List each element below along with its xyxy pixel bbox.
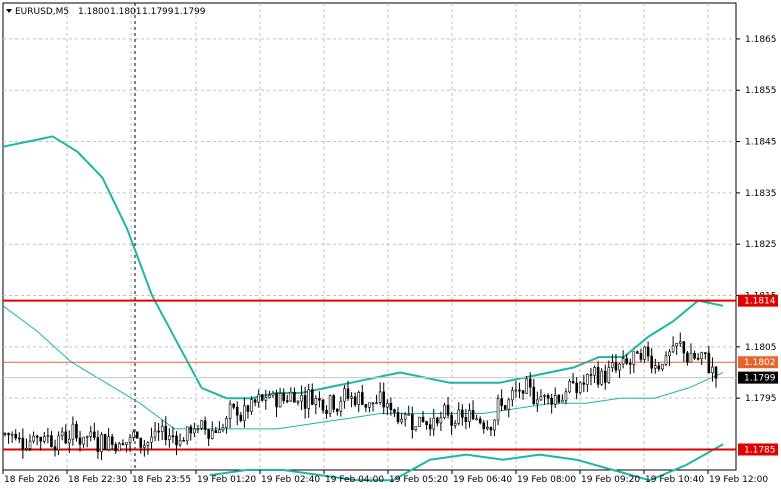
symbol-label: EURUSD,M5	[15, 7, 69, 17]
candle	[200, 419, 203, 431]
price-tags: 1.1814 1.1802 1.1785 1.1799	[738, 294, 778, 456]
time-tick-label: 19 Feb 02:40	[261, 475, 320, 485]
high-value: 1.1801	[110, 7, 142, 17]
time-tick-label: 19 Feb 12:00	[709, 475, 768, 485]
plot-frame	[2, 2, 737, 471]
candle	[328, 394, 332, 418]
time-tick-label: 19 Feb 06:40	[453, 475, 512, 485]
time-tick-label: 19 Feb 01:20	[197, 475, 256, 485]
price-tick-label: 1.1795	[745, 394, 777, 404]
price-tick-label: 1.1865	[745, 35, 777, 45]
candle	[525, 376, 528, 394]
candle	[260, 393, 264, 402]
support-tag-label: 1.1785	[744, 445, 776, 455]
price-tick-label: 1.1805	[745, 343, 777, 353]
time-tick-label: 19 Feb 10:40	[645, 475, 704, 485]
candle	[418, 416, 421, 427]
price-tick-label: 1.1845	[745, 138, 777, 148]
time-tick-label: 19 Feb 09:20	[581, 475, 640, 485]
candle	[443, 402, 446, 420]
chart-window[interactable]: 1.18651.18551.18451.18351.18251.18151.18…	[0, 0, 781, 489]
price-tick-label: 1.1855	[745, 86, 777, 96]
time-tick-label: 19 Feb 04:00	[325, 475, 384, 485]
time-tick-label: 18 Feb 2026	[4, 475, 60, 485]
price-tick-label: 1.1825	[745, 240, 777, 250]
price-tick-label: 1.1835	[745, 189, 777, 199]
candle	[135, 431, 139, 439]
resistance-tag-label: 1.1814	[744, 297, 776, 307]
low-value: 1.1799	[142, 7, 174, 17]
time-axis: 18 Feb 2026 18 Feb 22:30 18 Feb 23:55 19 Fe…	[2, 470, 768, 485]
candle	[568, 379, 571, 394]
time-tick-label: 19 Feb 05:20	[389, 475, 448, 485]
price-chart[interactable]: 1.18651.18551.18451.18351.18251.18151.18…	[0, 0, 781, 489]
time-tick-label: 19 Feb 08:00	[517, 475, 576, 485]
current-price-label: 1.1799	[744, 374, 776, 384]
price-axis: 1.18651.18551.18451.18351.18251.18151.18…	[736, 35, 777, 404]
candle	[103, 433, 107, 450]
time-tick-label: 18 Feb 23:55	[132, 475, 191, 485]
open-value: 1.1800	[78, 7, 110, 17]
chart-header: EURUSD,M5 1.1800 1.1801 1.1799 1.1799	[6, 7, 206, 17]
candle	[578, 381, 582, 395]
time-tick-label: 18 Feb 22:30	[68, 475, 127, 485]
close-value: 1.1799	[174, 7, 206, 17]
mid-level-tag-label: 1.1802	[744, 358, 776, 368]
